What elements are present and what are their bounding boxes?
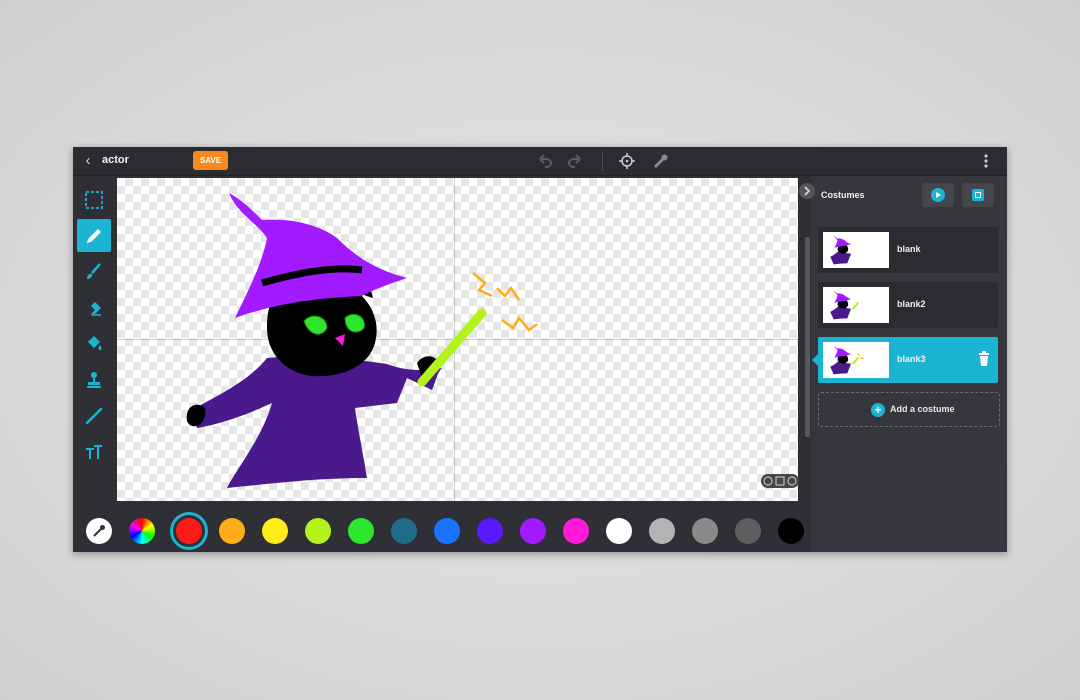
color-wheel-swatch[interactable] (129, 518, 155, 544)
color-swatch[interactable] (606, 518, 632, 544)
tool-sidebar (73, 176, 115, 476)
top-bar: ‹ actor SAVE (73, 147, 1007, 176)
import-icon (972, 189, 984, 201)
actor-name[interactable]: actor (102, 154, 129, 166)
plus-icon: + (871, 403, 885, 417)
costume-editor-window: ‹ actor SAVE Costumes blank blank2 blank… (73, 147, 1007, 552)
pencil-tool[interactable] (77, 219, 111, 252)
play-icon (931, 188, 945, 202)
color-swatch[interactable] (520, 518, 546, 544)
costumes-panel: Costumes blank blank2 blank3 + Add a cos… (811, 176, 1007, 552)
color-swatch[interactable] (692, 518, 718, 544)
add-costume-button[interactable]: + Add a costume (818, 392, 1000, 427)
panel-title: Costumes (821, 190, 865, 200)
color-swatch[interactable] (477, 518, 503, 544)
add-costume-label: Add a costume (890, 404, 955, 414)
trash-icon[interactable] (978, 351, 990, 367)
brush-icon (87, 263, 101, 279)
costume-thumbnail (823, 232, 889, 268)
select-tool[interactable] (77, 183, 111, 216)
costume-item[interactable]: blank (818, 227, 998, 273)
color-swatch[interactable] (219, 518, 245, 544)
witch-cat-drawing (186, 193, 538, 488)
eyedropper-icon[interactable] (652, 152, 670, 170)
eraser-icon (87, 302, 101, 316)
costume-thumbnail (823, 287, 889, 323)
color-swatch[interactable] (649, 518, 675, 544)
eyedropper-icon (93, 525, 105, 537)
toolbar-divider (602, 151, 603, 171)
import-button[interactable] (962, 183, 994, 207)
chevron-right-icon (804, 186, 811, 196)
zoom-icons (763, 476, 797, 486)
save-button[interactable]: SAVE (193, 151, 228, 170)
play-button[interactable] (922, 183, 954, 207)
costume-item-selected[interactable]: blank3 (812, 337, 998, 383)
collapse-panel-button[interactable] (799, 183, 815, 199)
costume-thumbnail-image (830, 290, 860, 320)
costume-item[interactable]: blank2 (818, 282, 998, 328)
text-icon (86, 445, 102, 459)
color-palette (73, 504, 808, 552)
costume-thumbnail (823, 342, 889, 378)
drawing-canvas[interactable] (117, 178, 798, 501)
color-swatch[interactable] (778, 518, 804, 544)
color-swatch[interactable] (735, 518, 761, 544)
costume-name: blank3 (897, 354, 926, 364)
pencil-icon (87, 229, 101, 243)
costume-name: blank2 (897, 299, 926, 309)
color-swatch[interactable] (348, 518, 374, 544)
brush-tool[interactable] (77, 255, 111, 288)
color-swatch[interactable] (176, 518, 202, 544)
text-tool[interactable] (77, 435, 111, 468)
redo-icon[interactable] (567, 152, 585, 170)
costume-name: blank (897, 244, 921, 254)
marquee-select-icon (85, 191, 103, 209)
back-arrow-icon[interactable]: ‹ (81, 153, 95, 169)
color-swatch[interactable] (262, 518, 288, 544)
canvas-scrollbar[interactable] (805, 237, 810, 437)
eyedropper-swatch[interactable] (86, 518, 112, 544)
color-swatch[interactable] (305, 518, 331, 544)
color-swatch[interactable] (391, 518, 417, 544)
paint-bucket-icon (88, 336, 102, 350)
stamp-tool[interactable] (77, 363, 111, 396)
costume-thumbnail-image (830, 345, 864, 375)
crosshair-icon[interactable] (618, 152, 636, 170)
line-icon (85, 407, 103, 425)
fill-tool[interactable] (77, 327, 111, 360)
more-icon[interactable] (979, 152, 993, 170)
color-swatch[interactable] (434, 518, 460, 544)
costume-thumbnail-image (830, 235, 852, 265)
zoom-control[interactable] (761, 474, 799, 488)
color-swatch[interactable] (563, 518, 589, 544)
selection-pointer (812, 354, 818, 366)
eraser-tool[interactable] (77, 291, 111, 324)
undo-icon[interactable] (535, 152, 553, 170)
line-tool[interactable] (77, 399, 111, 432)
stamp-icon (87, 372, 101, 388)
